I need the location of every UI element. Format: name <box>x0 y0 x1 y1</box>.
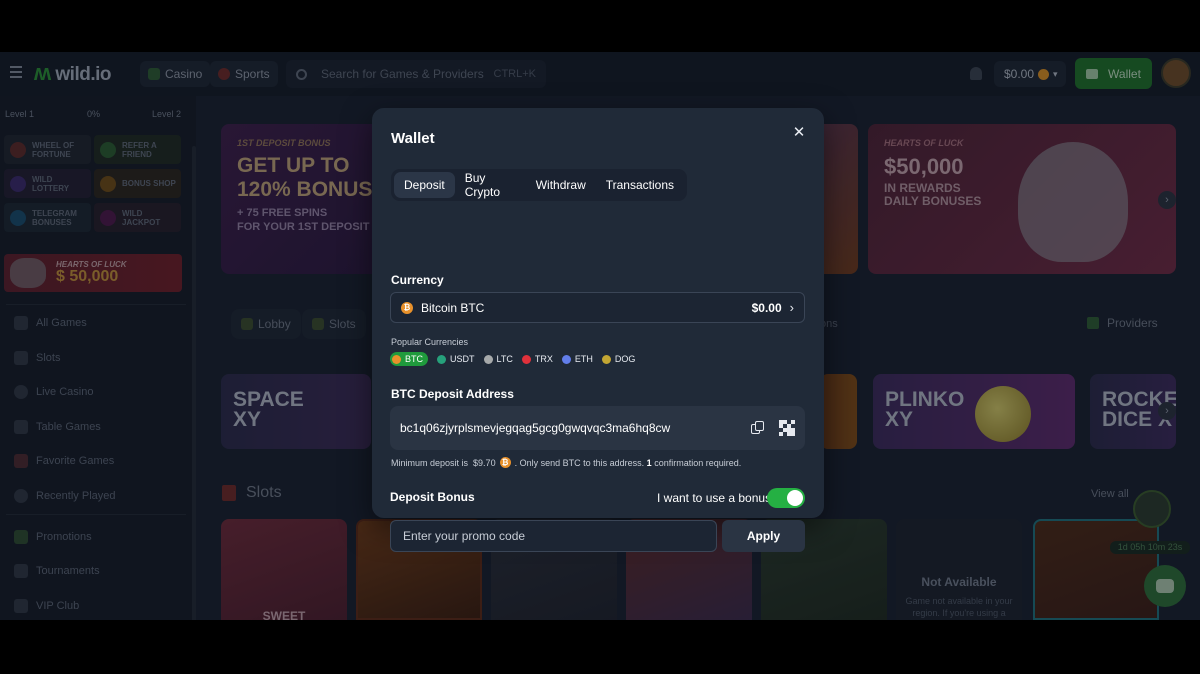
tab-deposit[interactable]: Deposit <box>394 172 455 198</box>
minimum-deposit-note: Minimum deposit is $9.70 ₿ . Only send B… <box>391 457 741 468</box>
currency-chip-label: DOG <box>614 354 636 364</box>
currency-chip-ltc[interactable]: LTC <box>483 352 513 366</box>
deposit-address-label: BTC Deposit Address <box>391 387 514 401</box>
min-deposit-amount: $9.70 <box>473 457 496 468</box>
apply-button[interactable]: Apply <box>722 520 805 552</box>
wallet-tabs: Deposit Buy Crypto Withdraw Transactions <box>391 169 687 201</box>
bitcoin-icon: ₿ <box>401 301 413 314</box>
currency-chip-dog[interactable]: DOG <box>601 352 636 366</box>
currency-chip-trx[interactable]: TRX <box>521 352 553 366</box>
bonus-toggle[interactable] <box>767 488 805 508</box>
deposit-address-box: bc1q06zjyrplsmevjegqag5gcg0gwqvqc3ma6hq8… <box>390 406 805 450</box>
trx-icon <box>521 354 531 364</box>
toggle-knob <box>787 490 803 506</box>
tab-label: Transactions <box>605 178 674 192</box>
currency-chip-label: USDT <box>450 354 475 364</box>
dog-icon <box>601 354 611 364</box>
tab-label: Deposit <box>404 178 445 192</box>
tab-label: Buy Crypto <box>464 171 501 199</box>
currency-label: Currency <box>391 273 444 287</box>
deposit-address[interactable]: bc1q06zjyrplsmevjegqag5gcg0gwqvqc3ma6hq8… <box>400 421 751 435</box>
currency-chip-eth[interactable]: ETH <box>561 352 593 366</box>
confirmation-text: confirmation required. <box>654 457 742 468</box>
modal-title: Wallet <box>391 130 435 147</box>
btc-icon <box>392 354 401 364</box>
promo-code-input[interactable] <box>390 520 717 552</box>
usdt-icon <box>437 354 446 364</box>
min-deposit-suffix: . Only send BTC to this address. <box>514 457 645 468</box>
wallet-modal: Wallet ✕ Deposit Buy Crypto Withdraw Tra… <box>372 108 824 552</box>
currency-chip-label: BTC <box>405 354 423 364</box>
popular-currencies-label: Popular Currencies <box>391 337 469 347</box>
confirmation-count: 1 <box>646 457 652 468</box>
tab-buy-crypto[interactable]: Buy Crypto <box>455 171 526 199</box>
casino-app: ʍ wild.io Casino Sports Search for Games… <box>0 52 1200 620</box>
currency-chip-btc[interactable]: BTC <box>390 352 428 366</box>
popular-currencies-list: BTC USDT LTC TRX ETH DOG <box>390 352 635 366</box>
currency-name: Bitcoin BTC <box>421 300 485 315</box>
currency-chip-label: LTC <box>496 354 513 364</box>
copy-icon[interactable] <box>751 421 765 435</box>
tab-transactions[interactable]: Transactions <box>596 172 684 198</box>
tab-label: Withdraw <box>535 178 586 192</box>
min-deposit-prefix: Minimum deposit is <box>391 457 469 468</box>
chevron-right-icon: › <box>789 300 794 315</box>
currency-chip-usdt[interactable]: USDT <box>437 352 475 366</box>
currency-amount: $0.00 <box>751 300 782 315</box>
bitcoin-icon: ₿ <box>499 457 511 468</box>
currency-chip-label: TRX <box>534 354 553 364</box>
eth-icon <box>561 354 571 364</box>
currency-select[interactable]: ₿ Bitcoin BTC $0.00 › <box>390 292 805 323</box>
close-icon[interactable]: ✕ <box>790 124 808 142</box>
currency-chip-label: ETH <box>574 354 593 364</box>
deposit-bonus-label: Deposit Bonus <box>390 490 475 504</box>
qr-code-icon[interactable] <box>779 420 795 436</box>
tab-withdraw[interactable]: Withdraw <box>526 172 596 198</box>
bonus-toggle-label: I want to use a bonus <box>657 491 772 505</box>
ltc-icon <box>483 354 493 364</box>
